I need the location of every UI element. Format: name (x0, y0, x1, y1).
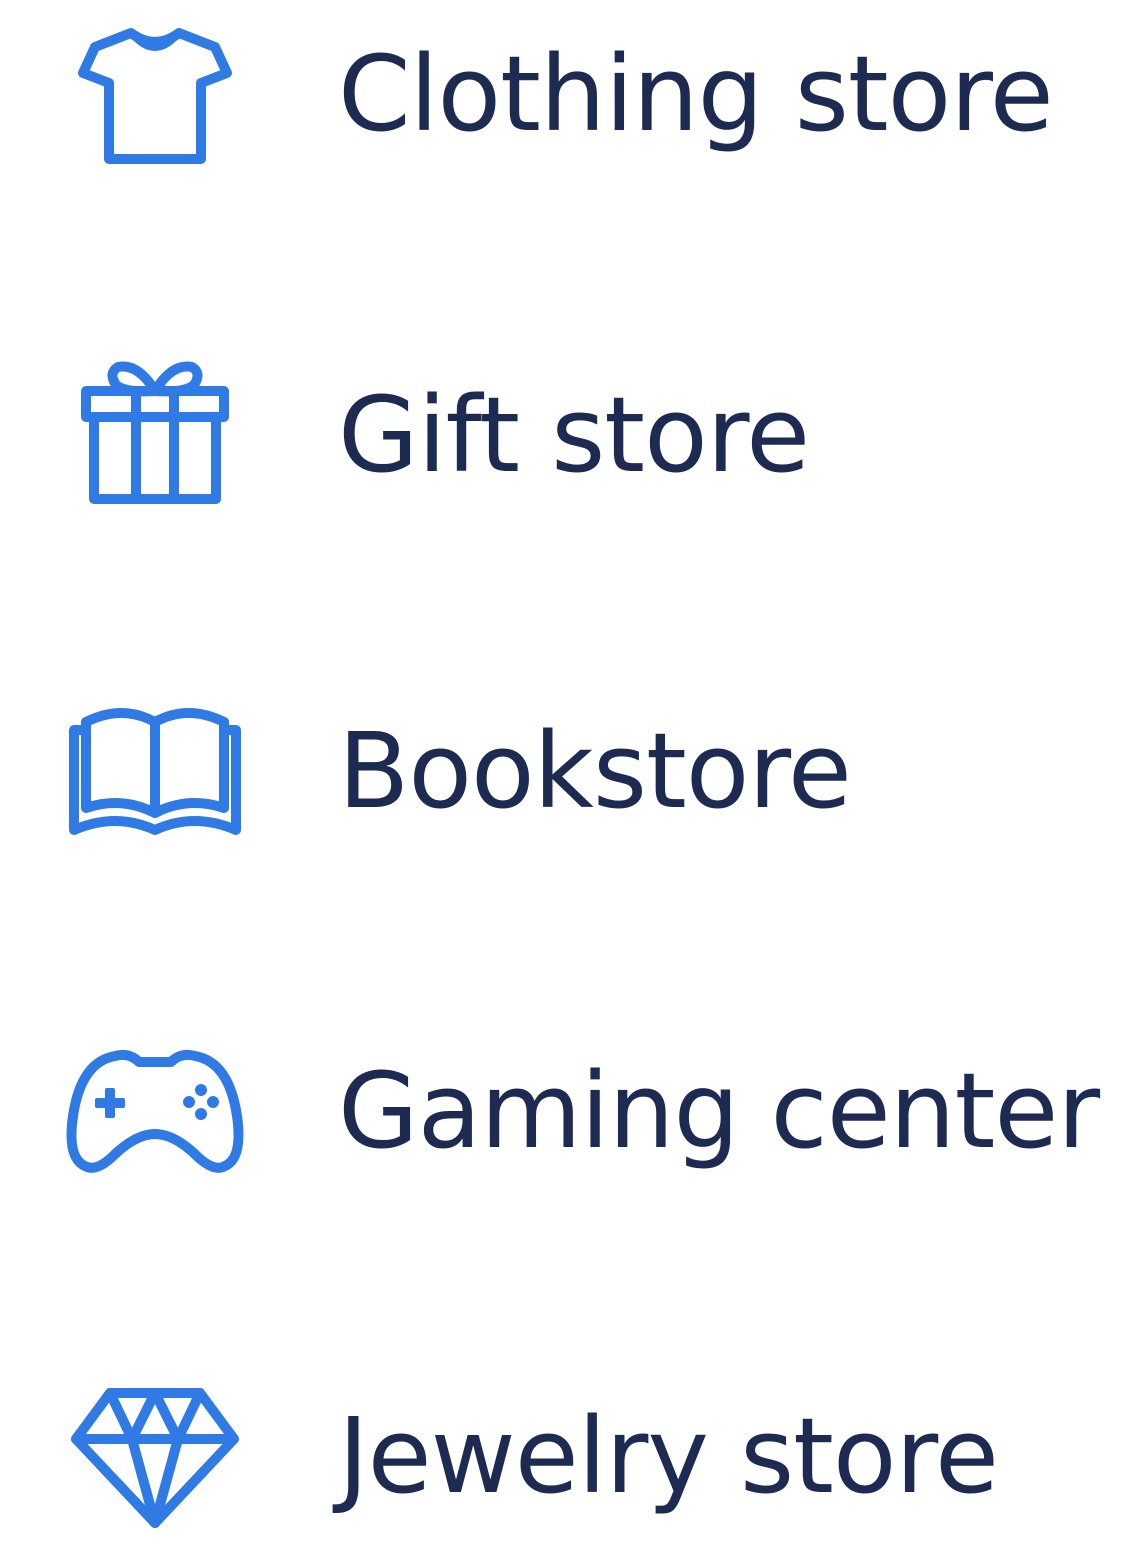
diamond-icon (60, 1360, 250, 1550)
category-label: Bookstore (338, 710, 852, 832)
t-shirt-icon (60, 0, 250, 190)
category-item-clothing-store[interactable]: Clothing store (0, 0, 1136, 200)
category-item-gaming-center[interactable]: Gaming center (0, 1015, 1136, 1215)
category-label: Clothing store (338, 33, 1054, 155)
category-item-jewelry-store[interactable]: Jewelry store (0, 1360, 1136, 1560)
category-label: Gaming center (338, 1050, 1100, 1172)
category-item-bookstore[interactable]: Bookstore (0, 675, 1136, 875)
gift-icon (60, 335, 250, 525)
category-label: Jewelry store (338, 1395, 999, 1517)
category-list: Clothing store Gift store Bookstore Gami… (0, 0, 1136, 1528)
open-book-icon (60, 675, 250, 865)
category-item-gift-store[interactable]: Gift store (0, 335, 1136, 535)
category-label: Gift store (338, 374, 810, 496)
game-controller-icon (60, 1015, 250, 1205)
